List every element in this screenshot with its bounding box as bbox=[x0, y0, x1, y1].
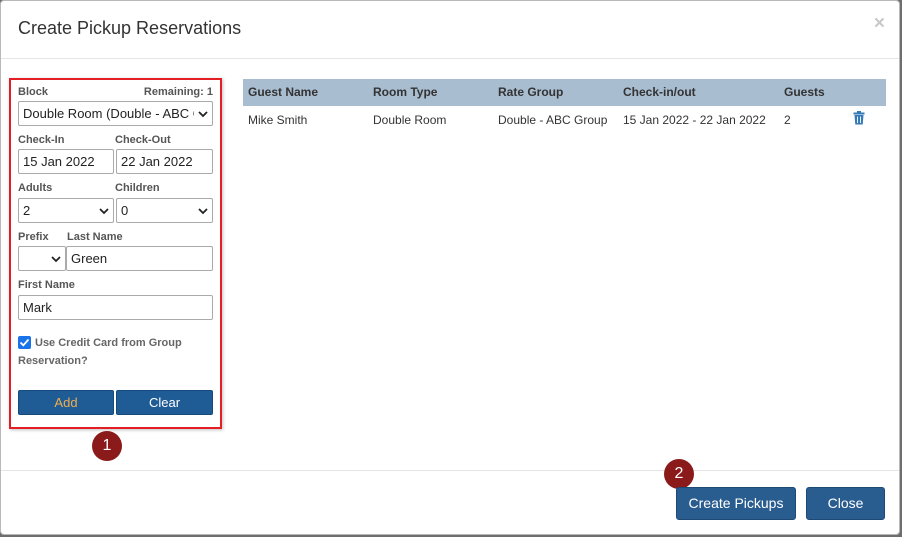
remaining-label: Remaining: 1 bbox=[143, 86, 213, 98]
column-header-check-in-out[interactable]: Check-in/out bbox=[623, 85, 696, 99]
adults-select[interactable]: 2 bbox=[18, 198, 114, 223]
cell-room-type: Double Room bbox=[373, 113, 447, 127]
annotation-badge-2: 2 bbox=[664, 459, 694, 489]
adults-select-value: 2 bbox=[23, 203, 31, 218]
chevron-down-icon bbox=[198, 111, 208, 118]
clear-button[interactable]: Clear bbox=[116, 390, 213, 415]
annotation-badge-1: 1 bbox=[92, 431, 122, 461]
dialog-header: Create Pickup Reservations × bbox=[1, 1, 899, 59]
block-select-value: Double Room (Double - ABC Group) bbox=[23, 106, 194, 121]
dialog-title: Create Pickup Reservations bbox=[18, 18, 242, 38]
trash-icon[interactable] bbox=[853, 111, 865, 125]
children-select[interactable]: 0 bbox=[116, 198, 213, 223]
footer-divider bbox=[1, 470, 899, 471]
checkout-label: Check-Out bbox=[115, 134, 171, 146]
checkin-label: Check-In bbox=[18, 134, 65, 146]
firstname-field[interactable]: Mark bbox=[18, 295, 213, 320]
close-button[interactable]: Close bbox=[806, 487, 885, 520]
create-pickups-button[interactable]: Create Pickups bbox=[676, 487, 796, 520]
children-select-value: 0 bbox=[121, 203, 129, 218]
cell-guest-name: Mike Smith bbox=[248, 113, 308, 127]
reservation-form-panel: Block Remaining: 1 Double Room (Double -… bbox=[9, 78, 222, 429]
adults-label: Adults bbox=[18, 182, 53, 194]
chevron-down-icon bbox=[51, 256, 61, 263]
column-header-room-type[interactable]: Room Type bbox=[373, 85, 437, 99]
children-label: Children bbox=[115, 182, 160, 194]
table-row: Mike Smith Double Room Double - ABC Grou… bbox=[243, 106, 886, 134]
cell-rate-group: Double - ABC Group bbox=[498, 113, 608, 127]
add-button[interactable]: Add bbox=[18, 390, 114, 415]
chevron-down-icon bbox=[198, 208, 208, 215]
use-credit-card-label[interactable]: Use Credit Card from Group Reservation? bbox=[18, 334, 208, 370]
lastname-label: Last Name bbox=[67, 231, 123, 243]
checkin-field[interactable]: 15 Jan 2022 bbox=[18, 149, 114, 174]
cell-guests: 2 bbox=[784, 113, 791, 127]
firstname-label: First Name bbox=[18, 279, 75, 291]
column-header-guests[interactable]: Guests bbox=[784, 85, 825, 99]
column-header-guest-name[interactable]: Guest Name bbox=[248, 85, 318, 99]
table-header: Guest Name Room Type Rate Group Check-in… bbox=[243, 79, 886, 106]
close-icon[interactable]: × bbox=[874, 14, 885, 33]
create-pickup-dialog: Create Pickup Reservations × Block Remai… bbox=[0, 0, 900, 535]
chevron-down-icon bbox=[99, 208, 109, 215]
block-label: Block bbox=[18, 86, 48, 98]
block-select[interactable]: Double Room (Double - ABC Group) bbox=[18, 101, 213, 126]
prefix-label: Prefix bbox=[18, 231, 49, 243]
prefix-select[interactable] bbox=[18, 246, 66, 271]
pickup-table: Guest Name Room Type Rate Group Check-in… bbox=[243, 79, 886, 134]
checkout-field[interactable]: 22 Jan 2022 bbox=[116, 149, 213, 174]
lastname-field[interactable]: Green bbox=[66, 246, 213, 271]
column-header-rate-group[interactable]: Rate Group bbox=[498, 85, 563, 99]
cell-check-in-out: 15 Jan 2022 - 22 Jan 2022 bbox=[623, 113, 766, 127]
